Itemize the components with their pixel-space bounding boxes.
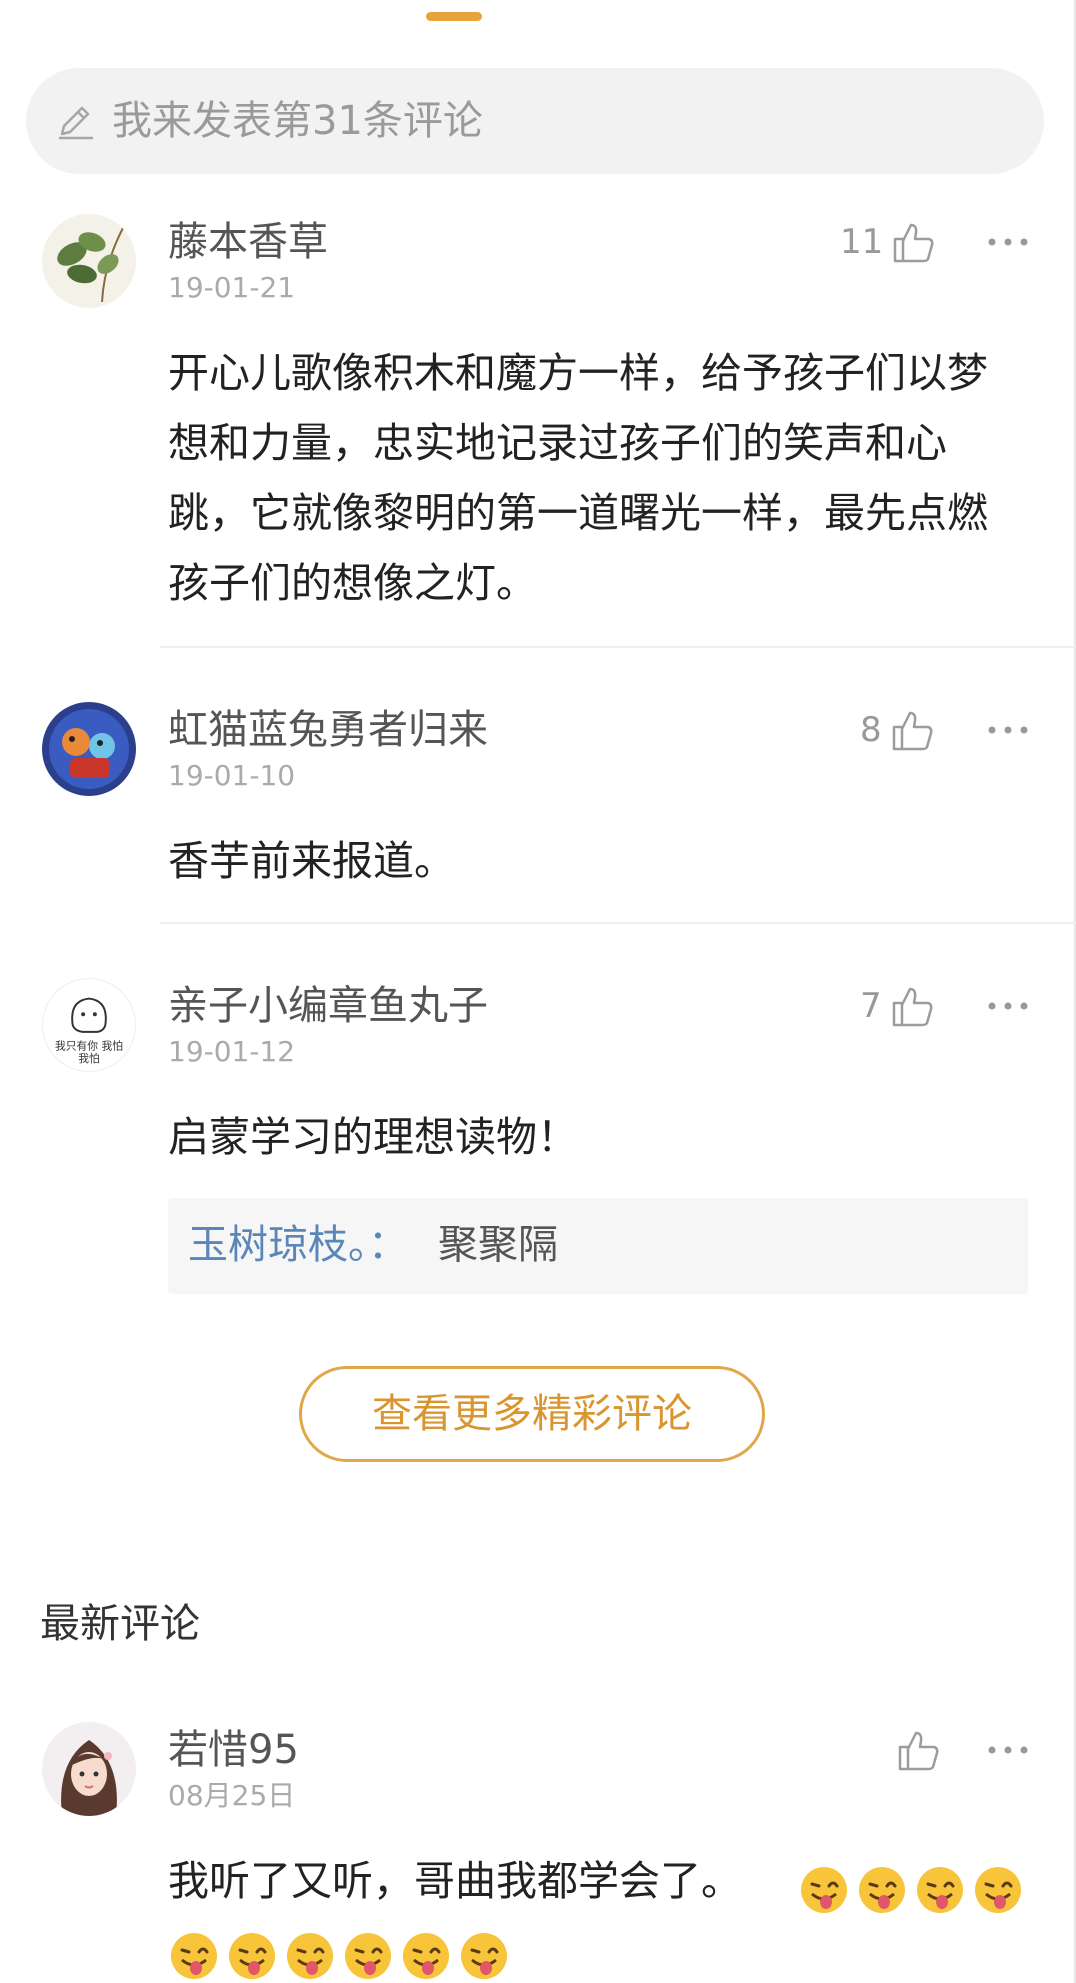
winking-tongue-emoji <box>229 1933 275 1979</box>
comment-username[interactable]: 藤本香草 <box>168 214 328 270</box>
winking-tongue-emoji <box>801 1867 847 1913</box>
emoji-row <box>168 1930 510 1982</box>
thumbs-up-icon <box>898 1731 939 1771</box>
avatar[interactable] <box>42 1722 136 1816</box>
more-icon[interactable] <box>984 716 1032 744</box>
like-button[interactable]: 8 <box>860 702 936 758</box>
view-more-comments-button[interactable]: 查看更多精彩评论 <box>299 1366 765 1462</box>
latest-comments-heading: 最新评论 <box>40 1601 200 1647</box>
comment-text: 我听了又听，哥曲我都学会了。 <box>168 1857 742 1905</box>
winking-tongue-emoji <box>461 1933 507 1979</box>
comment-username[interactable]: 虹猫蓝兔勇者归来 <box>168 702 488 758</box>
like-count: 7 <box>860 986 882 1026</box>
reply-preview[interactable]: 玉树琼枝。： 聚聚隔 <box>168 1198 1028 1294</box>
avatar-label: 我只有你 我怕 <box>55 1039 123 1052</box>
more-icon[interactable] <box>984 228 1032 256</box>
more-icon[interactable] <box>984 1736 1032 1764</box>
avatar[interactable] <box>42 214 136 308</box>
divider <box>160 922 1076 924</box>
like-count: 11 <box>840 222 884 262</box>
winking-tongue-emoji <box>917 1867 963 1913</box>
comment-username[interactable]: 若惜95 <box>168 1722 299 1778</box>
thumbs-up-icon <box>892 711 933 751</box>
comment-date: 19-01-12 <box>168 1035 296 1068</box>
comment-text: 开心儿歌像积木和魔方一样，给予孩子们以梦想和力量，忠实地记录过孩子们的笑声和心跳… <box>168 349 988 607</box>
avatar[interactable]: 我只有你 我怕 我怕 <box>42 978 136 1072</box>
winking-tongue-emoji <box>859 1867 905 1913</box>
divider <box>160 646 1076 648</box>
like-button[interactable] <box>896 1722 942 1778</box>
thumbs-up-icon <box>894 223 934 263</box>
winking-tongue-emoji <box>287 1933 333 1979</box>
comment-text: 启蒙学习的理想读物！ <box>168 1113 578 1161</box>
winking-tongue-emoji <box>403 1933 449 1979</box>
reply-username[interactable]: 玉树琼枝。： <box>188 1216 408 1274</box>
like-button[interactable]: 7 <box>860 978 936 1034</box>
comment-date: 08月25日 <box>168 1779 296 1812</box>
comment-text: 香芋前来报道。 <box>168 837 455 885</box>
more-icon[interactable] <box>984 992 1032 1020</box>
comment-date: 19-01-10 <box>168 759 296 792</box>
thumbs-up-icon <box>892 987 933 1027</box>
avatar[interactable] <box>42 702 136 796</box>
winking-tongue-emoji <box>345 1933 391 1979</box>
svg-text:我怕: 我怕 <box>78 1052 100 1065</box>
like-count: 8 <box>860 710 882 750</box>
comment-date: 19-01-21 <box>168 271 296 304</box>
comment-composer[interactable]: 我来发表第31条评论 <box>26 68 1044 174</box>
pencil-icon <box>58 106 94 140</box>
winking-tongue-emoji <box>171 1933 217 1979</box>
composer-placeholder: 我来发表第31条评论 <box>112 98 483 144</box>
comment-username[interactable]: 亲子小编章鱼丸子 <box>168 978 488 1034</box>
reply-text: 聚聚隔 <box>438 1222 558 1268</box>
winking-tongue-emoji <box>975 1867 1021 1913</box>
emoji-row <box>798 1864 1024 1916</box>
drag-handle[interactable] <box>426 12 482 21</box>
like-button[interactable]: 11 <box>840 214 937 270</box>
